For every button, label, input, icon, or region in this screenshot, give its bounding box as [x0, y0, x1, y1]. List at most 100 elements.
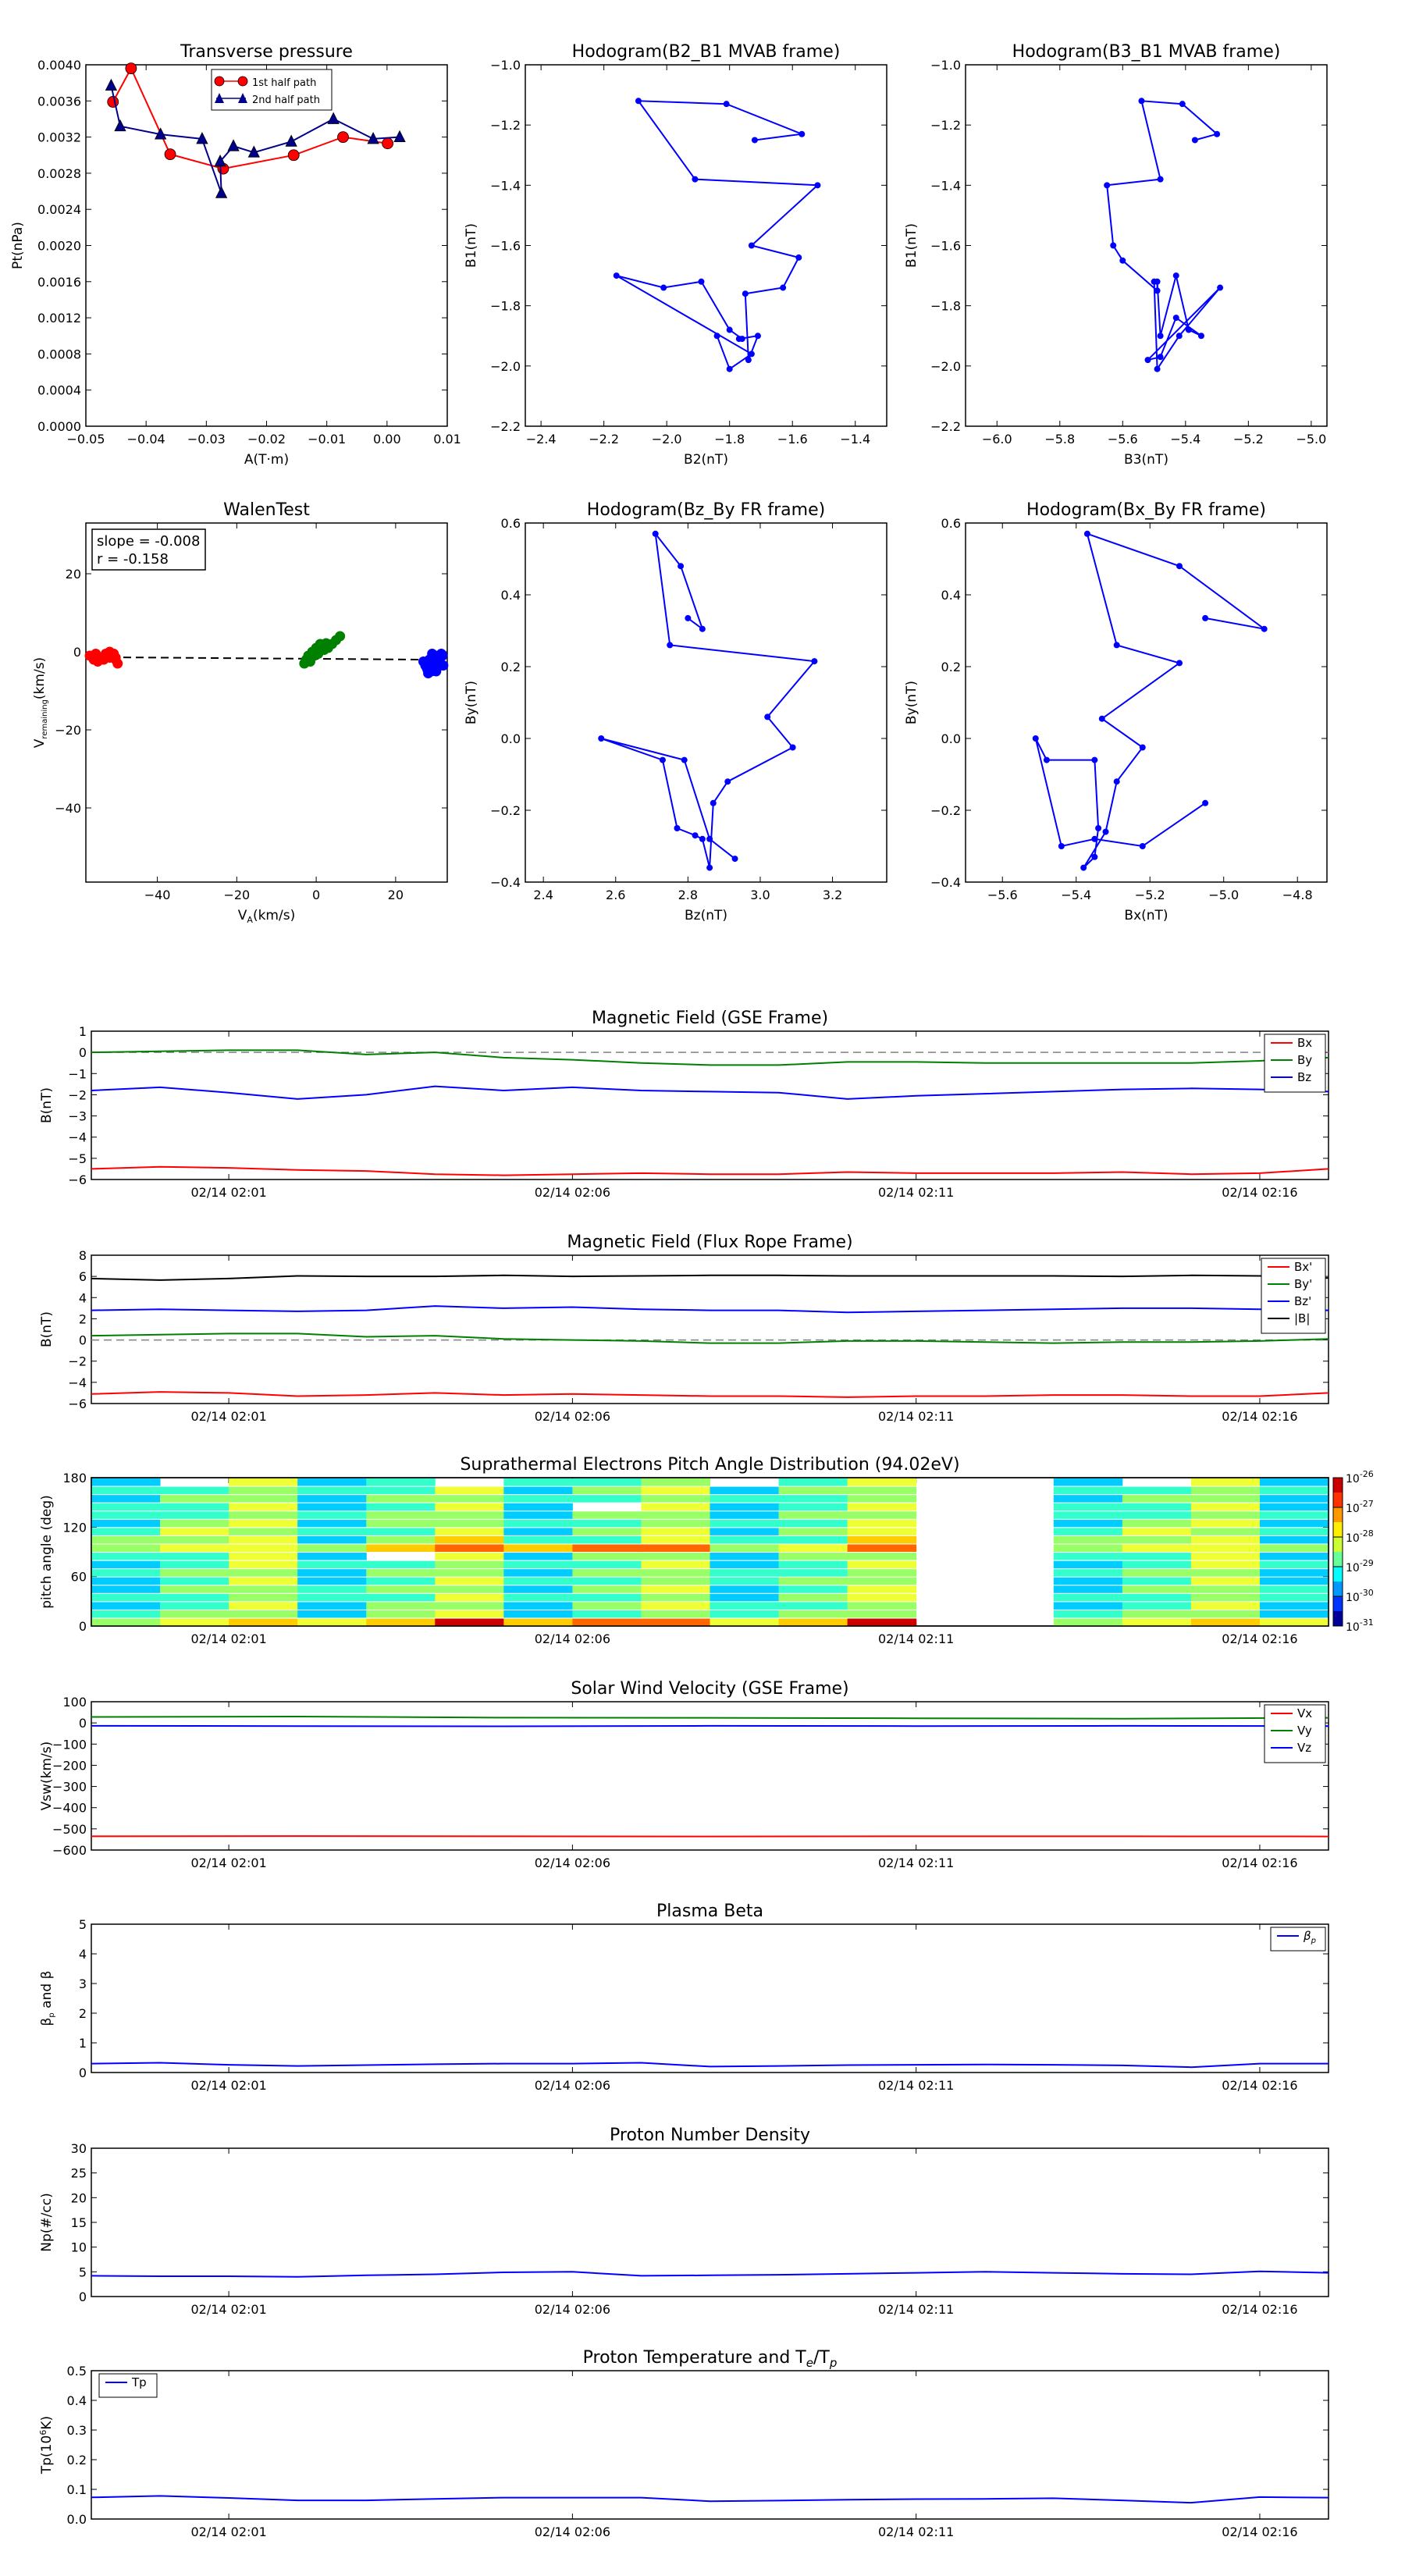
- data-point: [1191, 137, 1198, 144]
- y-axis-label: Pt(nPa): [10, 222, 26, 269]
- y-tick-label: −5: [68, 1151, 87, 1166]
- heatmap-cell: [641, 1585, 710, 1593]
- data-point: [1139, 843, 1146, 849]
- y-tick-label: 0.6: [501, 516, 521, 531]
- x-tick-label: 02/14 02:16: [1222, 1185, 1297, 1200]
- data-point: [335, 631, 346, 642]
- data-point: [1032, 735, 1039, 742]
- heatmap-cell: [847, 1618, 917, 1626]
- x-tick-label: −2.2: [589, 432, 619, 447]
- heatmap-cell: [91, 1602, 161, 1610]
- heatmap-cell: [778, 1535, 848, 1544]
- heatmap-cell: [641, 1618, 710, 1626]
- heatmap-cell: [710, 1486, 780, 1495]
- y-tick-label: −100: [52, 1737, 87, 1752]
- label-part: (km/s): [253, 908, 295, 923]
- series-line: [91, 1274, 1329, 1281]
- data-point: [164, 148, 176, 160]
- heatmap-cell: [710, 1610, 780, 1618]
- data-point: [1095, 825, 1102, 831]
- heatmap-cell: [229, 1560, 298, 1569]
- heatmap-cell: [160, 1610, 229, 1618]
- data-point: [1261, 625, 1268, 632]
- heatmap-cell: [572, 1618, 642, 1626]
- y-tick-label: 8: [79, 1248, 87, 1263]
- chart-title: Transverse pressure: [180, 42, 353, 62]
- y-tick-label: 4: [79, 1947, 87, 1962]
- data-point: [425, 659, 436, 670]
- heatmap-cell: [572, 1610, 642, 1618]
- series-line: [91, 1085, 1329, 1100]
- x-tick-label: −5.2: [1135, 888, 1165, 902]
- data-point: [285, 134, 297, 147]
- heatmap-cell: [91, 1486, 161, 1495]
- x-tick-label: 02/14 02:16: [1222, 1631, 1297, 1646]
- y-tick-label: −1.4: [930, 178, 961, 193]
- heatmap-cell: [1259, 1593, 1329, 1602]
- label-part: p: [829, 2356, 838, 2370]
- heatmap-cell: [435, 1528, 504, 1535]
- legend-label: Vz: [1297, 1741, 1311, 1755]
- x-tick-label: −2.4: [526, 432, 557, 447]
- label-part: -28: [1360, 1528, 1374, 1539]
- x-tick-label: 0: [312, 888, 320, 902]
- chart-title: WalenTest: [223, 500, 310, 520]
- y-tick-label: −0.4: [930, 875, 961, 890]
- heatmap-cell: [1122, 1610, 1192, 1618]
- x-tick-label: −0.01: [308, 432, 346, 447]
- legend-label: Bx': [1294, 1260, 1312, 1274]
- y-tick-label: 15: [71, 2215, 87, 2230]
- heatmap-cell: [503, 1553, 573, 1560]
- x-tick-label: −0.04: [127, 432, 165, 447]
- colorbar-segment: [1333, 1552, 1343, 1567]
- heatmap-cell: [160, 1495, 229, 1503]
- data-point: [1104, 182, 1111, 189]
- x-tick-label: −2.0: [652, 432, 682, 447]
- data-point: [1151, 278, 1158, 285]
- heatmap-cell: [778, 1618, 848, 1626]
- heatmap-cell: [710, 1511, 780, 1519]
- heatmap-cell: [366, 1486, 436, 1495]
- heatmap-cell: [366, 1593, 436, 1602]
- heatmap-cell: [366, 1560, 436, 1569]
- data-point: [1139, 744, 1146, 751]
- x-axis-label: Bx(nT): [1124, 908, 1168, 923]
- heatmap-cell: [91, 1577, 161, 1585]
- series-line: [1034, 532, 1265, 869]
- heatmap-cell: [503, 1593, 573, 1602]
- y-tick-label: −1.2: [490, 118, 521, 133]
- x-tick-label: −5.0: [1296, 432, 1326, 447]
- heatmap-cell: [847, 1569, 917, 1577]
- data-point: [287, 149, 300, 162]
- x-tick-label: 02/14 02:01: [190, 2078, 266, 2093]
- data-point: [114, 119, 126, 132]
- y-tick-label: 0.0036: [37, 94, 81, 109]
- y-tick-label: 100: [62, 1695, 87, 1710]
- heatmap-cell: [847, 1486, 917, 1495]
- heatmap-cell: [710, 1528, 780, 1535]
- heatmap-cell: [435, 1486, 504, 1495]
- y-tick-label: −1: [68, 1066, 87, 1081]
- plot-frame: [91, 1923, 1329, 2073]
- heatmap-cell: [297, 1544, 367, 1552]
- heatmap-cell: [1122, 1560, 1192, 1569]
- heatmap-cell: [1190, 1585, 1261, 1593]
- heatmap-cell: [641, 1503, 710, 1511]
- heatmap-cell: [366, 1544, 436, 1552]
- heatmap-cell: [710, 1519, 780, 1528]
- colorbar-segment: [1333, 1537, 1343, 1553]
- heatmap-cell: [1053, 1528, 1123, 1535]
- series-line: [91, 1305, 1329, 1314]
- heatmap-cell: [435, 1495, 504, 1503]
- y-tick-label: 0.0020: [37, 239, 81, 254]
- heatmap-cell: [91, 1495, 161, 1503]
- y-tick-label: 0.3: [67, 2423, 87, 2438]
- y-tick-label: 1: [79, 2036, 87, 2051]
- x-tick-label: 02/14 02:01: [190, 2302, 266, 2317]
- heatmap-cell: [572, 1486, 642, 1495]
- y-axis-label: B(nT): [39, 1087, 55, 1123]
- data-point: [681, 756, 688, 763]
- heatmap-cell: [1259, 1560, 1329, 1569]
- y-tick-label: 0.0008: [37, 347, 81, 361]
- data-point: [799, 130, 806, 137]
